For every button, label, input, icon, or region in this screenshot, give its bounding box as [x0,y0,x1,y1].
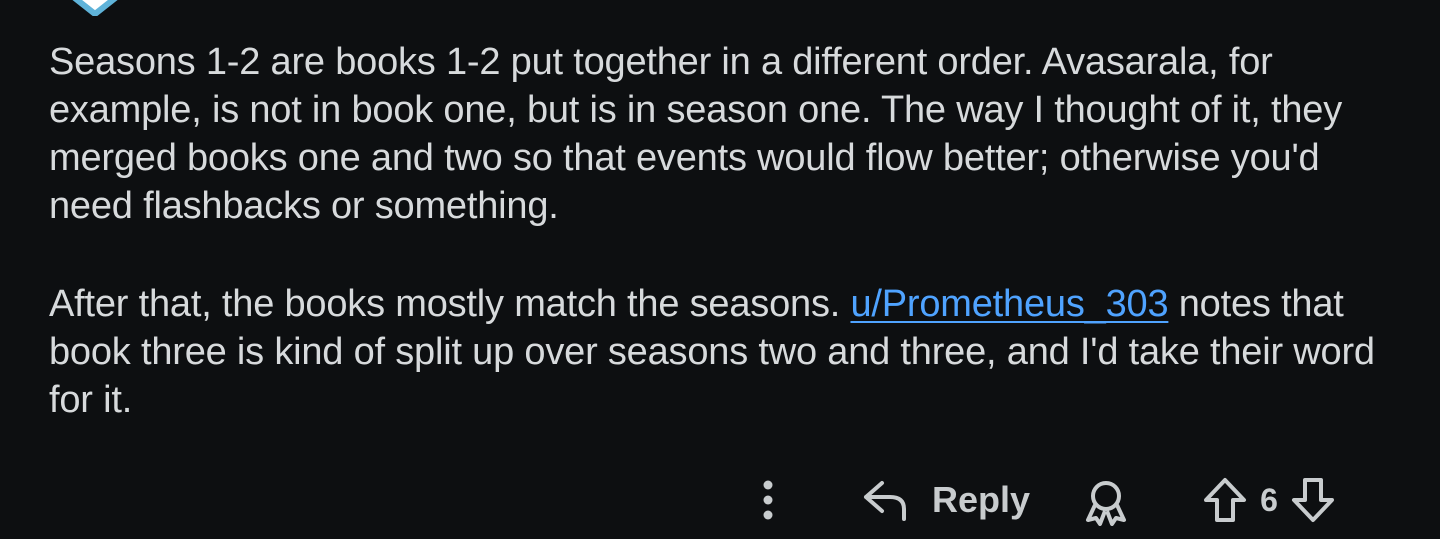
comment-action-bar: Reply 6 [740,470,1380,532]
vote-count: 6 [1260,481,1278,518]
avatar-icon [72,0,118,16]
comment-text: After that, the books mostly match the s… [49,283,851,325]
comment-paragraph: After that, the books mostly match the s… [49,280,1409,424]
avatar[interactable] [55,0,135,16]
reply-button[interactable]: Reply [860,474,1030,526]
comment-paragraph: Seasons 1-2 are books 1-2 put together i… [49,41,1342,227]
reply-label: Reply [932,479,1031,520]
comment-body: Seasons 1-2 are books 1-2 put together i… [49,38,1409,424]
award-button[interactable] [1082,478,1130,526]
upvote-arrow-icon [1204,478,1246,522]
vote-controls: 6 [1202,474,1336,526]
award-icon [1086,481,1126,526]
more-vertical-icon [763,480,773,520]
more-options-button[interactable] [748,478,788,522]
upvote-button[interactable] [1202,476,1248,524]
downvote-button[interactable] [1290,476,1336,524]
user-mention-link[interactable]: u/Prometheus_303 [850,283,1168,325]
downvote-arrow-icon [1292,478,1334,522]
reply-arrow-icon [864,481,906,521]
